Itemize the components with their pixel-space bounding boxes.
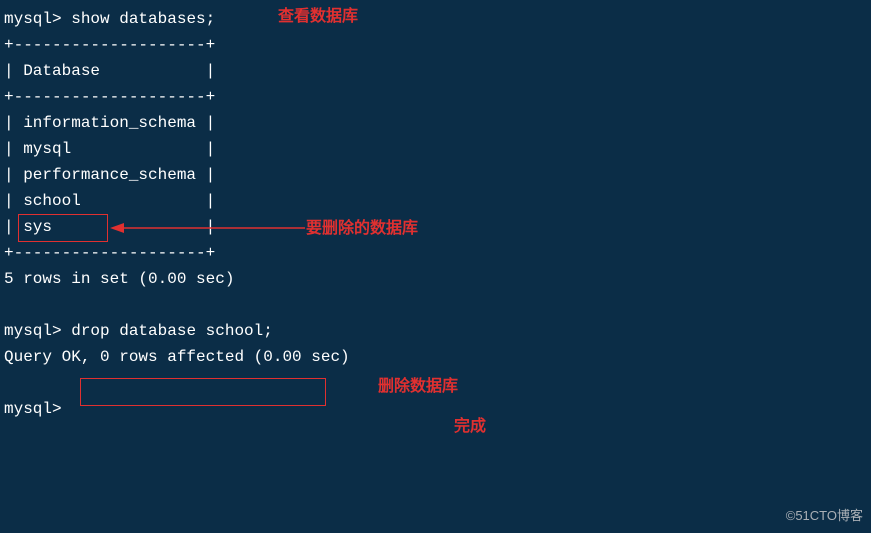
highlight-box-school <box>18 214 108 242</box>
table-border-bot: +--------------------+ <box>4 240 871 266</box>
cmd-line-1: mysql> show databases; <box>4 6 871 32</box>
annotation-delete-db: 删除数据库 <box>378 374 458 400</box>
cmd1: show databases; <box>71 10 215 28</box>
table-border-top: +--------------------+ <box>4 32 871 58</box>
table-row: | sys | <box>4 214 871 240</box>
annotation-to-delete: 要删除的数据库 <box>306 216 418 242</box>
prompt: mysql> <box>4 322 62 340</box>
highlight-box-drop-cmd <box>80 378 326 406</box>
result2: Query OK, 0 rows affected (0.00 sec) <box>4 344 871 370</box>
table-row: | performance_schema | <box>4 162 871 188</box>
watermark: ©51CTO博客 <box>786 503 863 529</box>
annotation-view-db: 查看数据库 <box>278 4 358 30</box>
table-row: | information_schema | <box>4 110 871 136</box>
table-row: | school | <box>4 188 871 214</box>
annotation-done: 完成 <box>454 414 486 440</box>
table-border-mid: +--------------------+ <box>4 84 871 110</box>
result1: 5 rows in set (0.00 sec) <box>4 266 871 292</box>
table-row: | mysql | <box>4 136 871 162</box>
cmd2: drop database school; <box>71 322 273 340</box>
prompt: mysql> <box>4 10 62 28</box>
cmd-line-2: mysql> drop database school; <box>4 318 871 344</box>
table-header: | Database | <box>4 58 871 84</box>
